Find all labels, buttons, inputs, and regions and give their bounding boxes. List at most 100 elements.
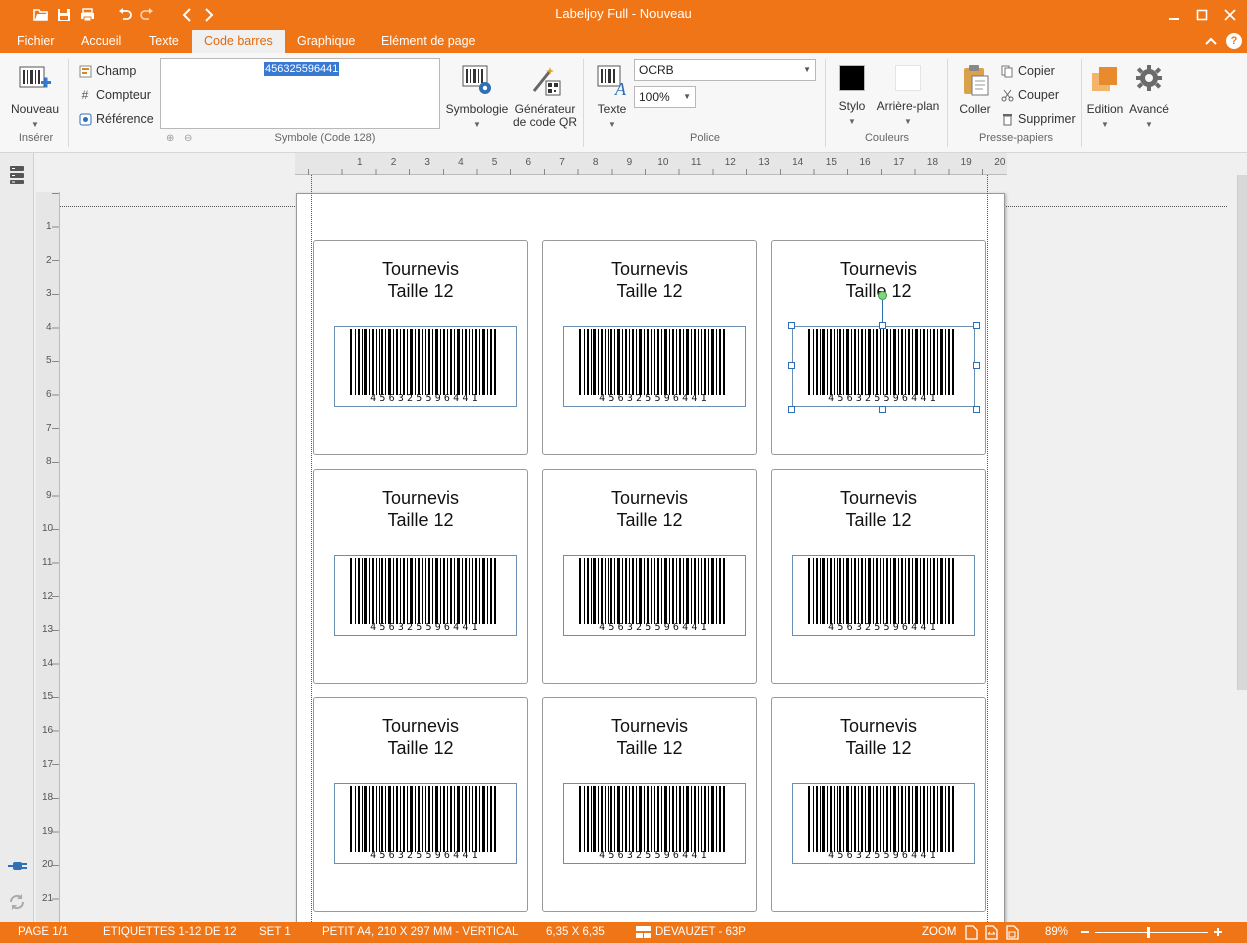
label-item[interactable]: Tournevis Taille 12 456325596441	[771, 697, 986, 912]
barcode[interactable]: 456325596441	[563, 326, 746, 407]
label-item[interactable]: Tournevis Taille 12 456325596441	[771, 240, 986, 455]
barcode[interactable]: 456325596441	[563, 783, 746, 864]
tab-graphique[interactable]: Graphique	[285, 30, 367, 53]
symbol-value-textarea[interactable]: 456325596441	[160, 58, 440, 129]
label-item[interactable]: Tournevis Taille 12 456325596441	[771, 469, 986, 684]
avance-button[interactable]: Avancé ▼	[1127, 63, 1171, 131]
label-subtitle[interactable]: Taille 12	[543, 280, 756, 302]
champ-button[interactable]: Champ	[78, 61, 136, 81]
copier-button[interactable]: Copier	[1000, 61, 1055, 81]
selection-handle[interactable]	[973, 322, 980, 329]
vertical-scrollbar[interactable]	[1237, 175, 1247, 690]
coller-button[interactable]: Coller	[954, 63, 996, 116]
barcode[interactable]: 456325596441	[334, 555, 517, 636]
reference-button[interactable]: Référence	[78, 109, 154, 129]
tab-accueil[interactable]: Accueil	[69, 30, 133, 53]
label-item[interactable]: Tournevis Taille 12 456325596441	[313, 240, 528, 455]
label-subtitle[interactable]: Taille 12	[772, 509, 985, 531]
label-title[interactable]: Tournevis	[772, 258, 985, 280]
layers-icon[interactable]	[8, 165, 26, 184]
ruler-number: 5	[46, 355, 52, 367]
close-icon[interactable]	[1219, 5, 1241, 25]
zoom-minus-icon[interactable]	[1080, 925, 1090, 942]
compteur-button[interactable]: # Compteur	[78, 85, 151, 105]
label-item[interactable]: Tournevis Taille 12 456325596441	[542, 240, 757, 455]
avance-label: Avancé	[1129, 102, 1169, 116]
label-subtitle[interactable]: Taille 12	[314, 280, 527, 302]
label-item[interactable]: Tournevis Taille 12 456325596441	[542, 697, 757, 912]
ruler-number: 7	[46, 422, 52, 434]
label-subtitle[interactable]: Taille 12	[772, 737, 985, 759]
symbologie-button[interactable]: Symbologie ▼	[444, 63, 510, 131]
label-title[interactable]: Tournevis	[314, 487, 527, 509]
generateur-qr-button[interactable]: Générateur de code QR	[512, 63, 578, 129]
minimize-icon[interactable]	[1163, 5, 1185, 25]
label-title[interactable]: Tournevis	[314, 715, 527, 737]
label-item[interactable]: Tournevis Taille 12 456325596441	[313, 697, 528, 912]
nouveau-label: Nouveau	[10, 102, 60, 116]
selection-handle[interactable]	[879, 406, 886, 413]
zoom-out-icon[interactable]: ⊖	[184, 133, 192, 144]
chevron-down-icon: ▼	[473, 120, 481, 129]
zoom-plus-icon[interactable]	[1213, 925, 1223, 942]
font-select[interactable]: OCRB ▼	[634, 59, 816, 81]
selection-handle[interactable]	[788, 406, 795, 413]
label-title[interactable]: Tournevis	[314, 258, 527, 280]
sync-icon[interactable]	[8, 893, 26, 911]
collapse-ribbon-icon[interactable]	[1203, 33, 1219, 49]
selection-handle[interactable]	[879, 322, 886, 329]
design-canvas[interactable]: Tournevis Taille 12 456325596441 Tournevis T…	[60, 175, 1237, 922]
arriere-plan-button[interactable]: Arrière-plan ▼	[873, 65, 943, 128]
label-title[interactable]: Tournevis	[772, 487, 985, 509]
pen-color-swatch	[839, 65, 865, 91]
window-title: Labeljoy Full - Nouveau	[555, 6, 692, 21]
supprimer-button[interactable]: Supprimer	[1000, 109, 1076, 129]
zoom-slider-thumb[interactable]	[1147, 927, 1150, 938]
barcode[interactable]: 456325596441	[334, 783, 517, 864]
label-subtitle[interactable]: Taille 12	[314, 737, 527, 759]
maximize-icon[interactable]	[1191, 5, 1213, 25]
font-size-select[interactable]: 100% ▼	[634, 86, 696, 108]
tab-texte[interactable]: Texte	[137, 30, 191, 53]
page-width-icon[interactable]	[985, 925, 998, 943]
label-title[interactable]: Tournevis	[543, 258, 756, 280]
stylo-button[interactable]: Stylo ▼	[833, 65, 871, 128]
page-actual-icon[interactable]	[1006, 925, 1019, 943]
selection-handle[interactable]	[973, 406, 980, 413]
zoom-slider-track[interactable]	[1095, 932, 1208, 933]
nouveau-button[interactable]: Nouveau ▼	[8, 63, 62, 131]
selection-handle[interactable]	[788, 362, 795, 369]
zoom-in-icon[interactable]: ⊕	[166, 133, 174, 144]
selection-handle[interactable]	[788, 322, 795, 329]
label-item[interactable]: Tournevis Taille 12 456325596441	[542, 469, 757, 684]
label-title[interactable]: Tournevis	[772, 715, 985, 737]
barcode[interactable]: 456325596441	[792, 326, 975, 407]
label-subtitle[interactable]: Taille 12	[543, 737, 756, 759]
tab-code-barres[interactable]: Code barres	[192, 30, 285, 53]
plug-icon[interactable]	[8, 858, 27, 876]
texte-button[interactable]: A Texte ▼	[590, 63, 634, 131]
page-fit-icon[interactable]	[965, 925, 978, 943]
label-subtitle[interactable]: Taille 12	[543, 509, 756, 531]
label-title[interactable]: Tournevis	[543, 715, 756, 737]
tab-fichier[interactable]: Fichier	[5, 30, 67, 53]
ruler-ticks	[52, 192, 59, 922]
selection-handle[interactable]	[973, 362, 980, 369]
barcode[interactable]: 456325596441	[792, 555, 975, 636]
barcode[interactable]: 456325596441	[563, 555, 746, 636]
label-item[interactable]: Tournevis Taille 12 456325596441	[313, 469, 528, 684]
stylo-label: Stylo	[838, 99, 866, 113]
label-title[interactable]: Tournevis	[543, 487, 756, 509]
edition-button[interactable]: Edition ▼	[1084, 63, 1126, 131]
barcode-digits: 456325596441	[828, 393, 939, 404]
label-subtitle[interactable]: Taille 12	[314, 509, 527, 531]
symbole-group-label: Symbole (Code 128)	[274, 132, 376, 144]
barcode[interactable]: 456325596441	[334, 326, 517, 407]
couper-button[interactable]: Couper	[1000, 85, 1059, 105]
tab-element-de-page[interactable]: Elément de page	[369, 30, 488, 53]
barcode[interactable]: 456325596441	[792, 783, 975, 864]
symbologie-label: Symbologie	[445, 102, 509, 116]
rotation-handle[interactable]	[878, 291, 887, 300]
margin-guide-left	[311, 175, 312, 922]
help-icon[interactable]: ?	[1226, 33, 1242, 49]
